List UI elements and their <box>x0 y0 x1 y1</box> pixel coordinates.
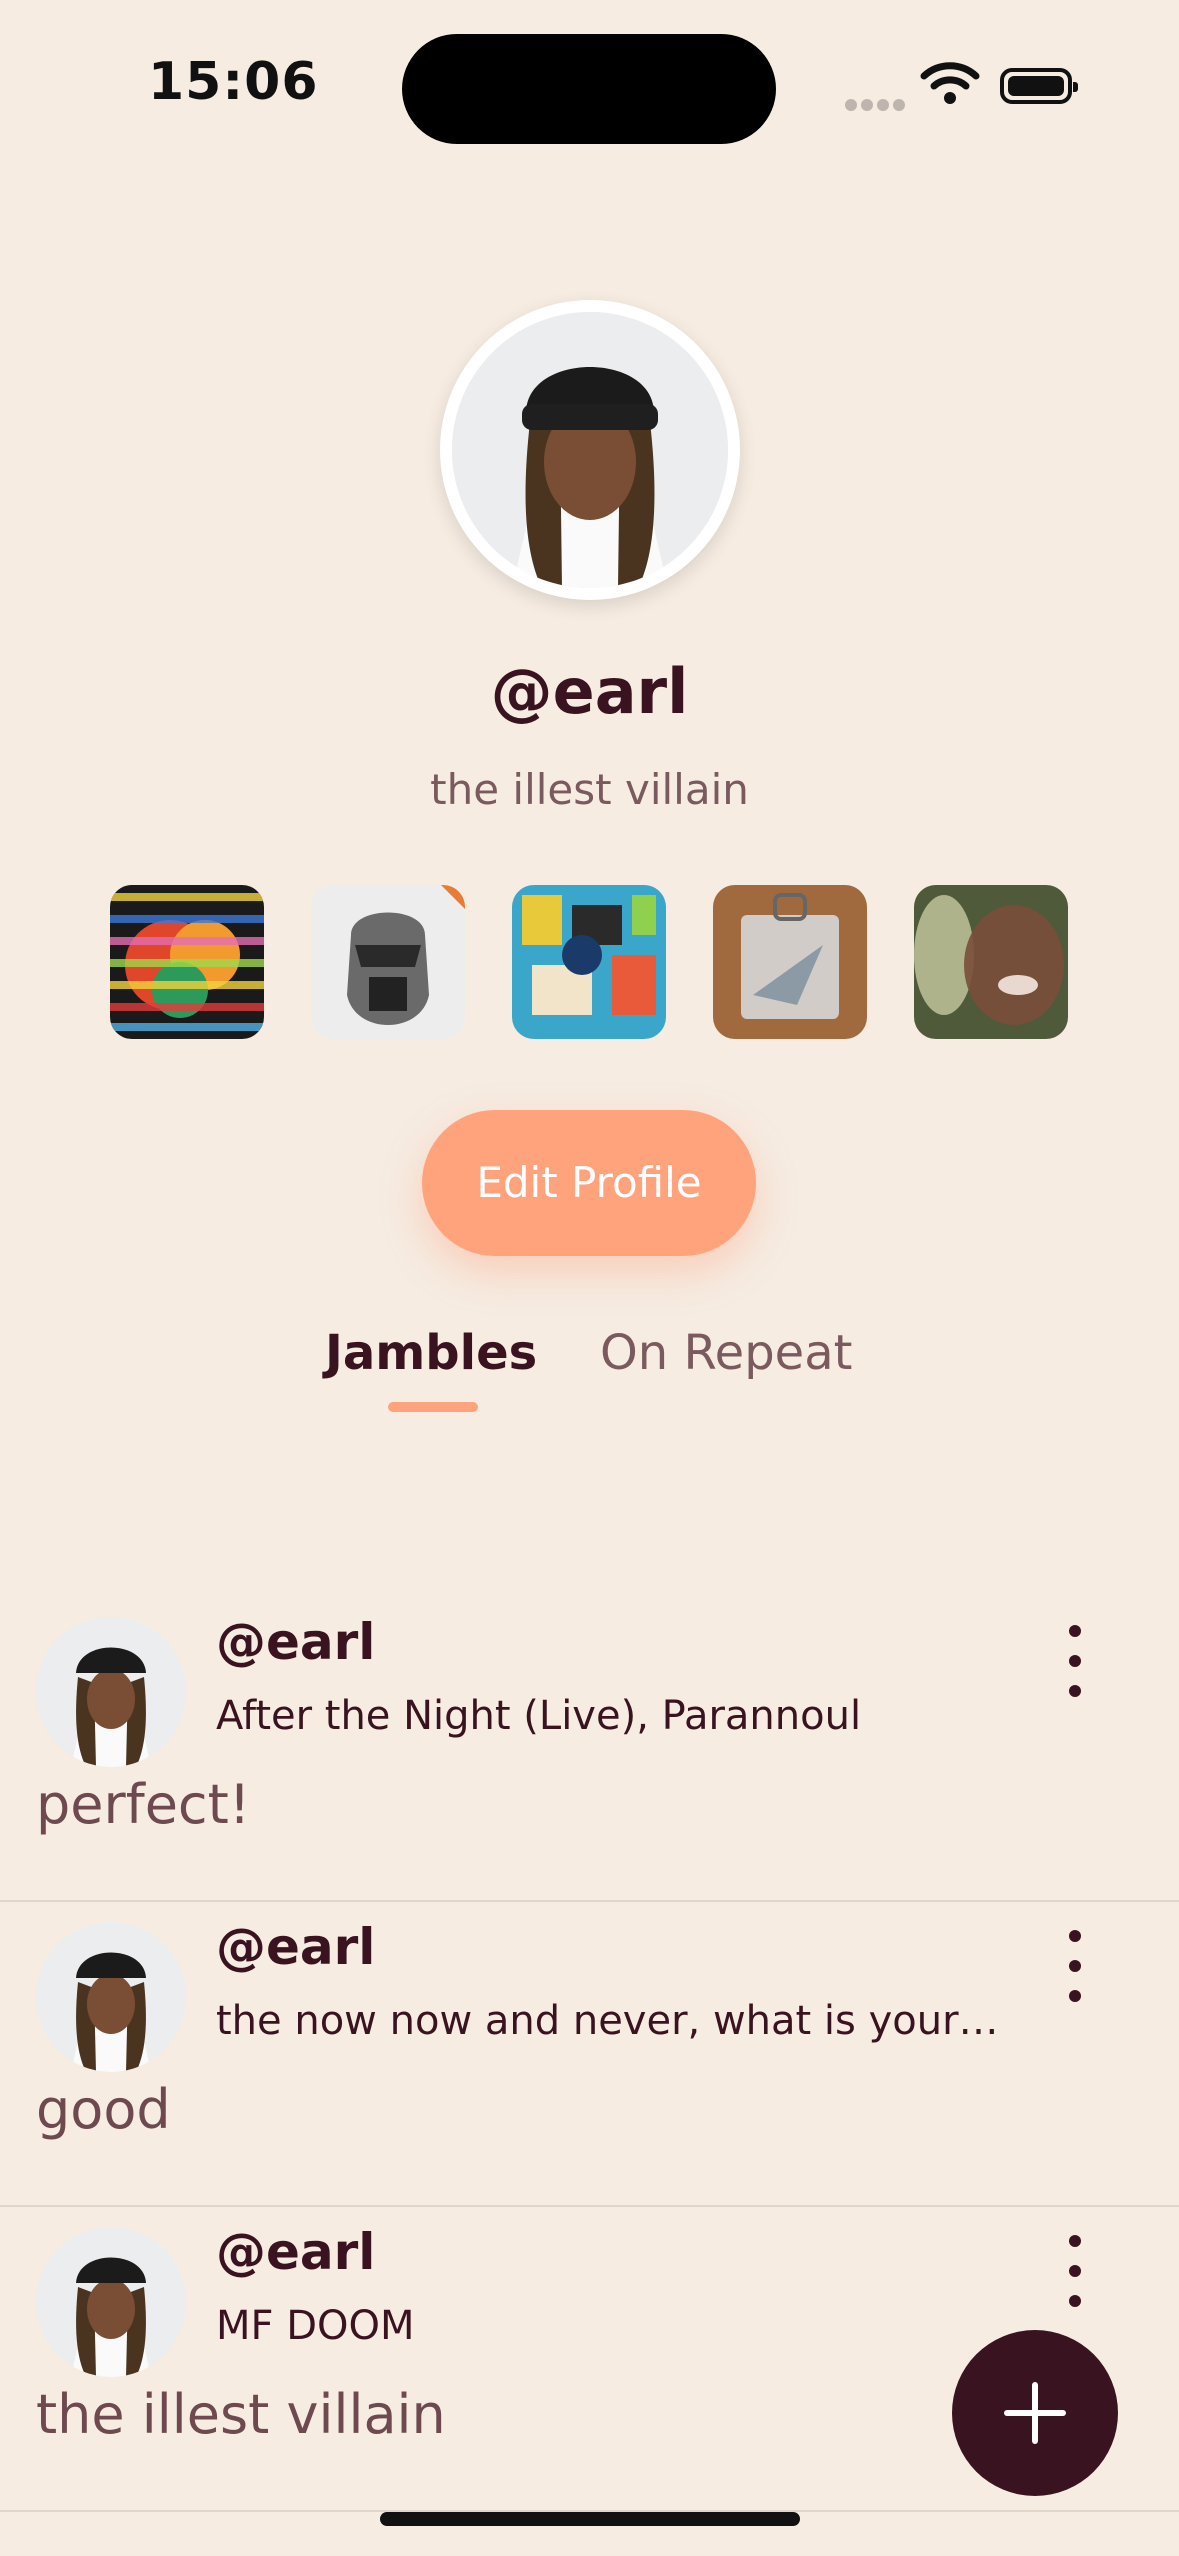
post-track[interactable]: MF DOOM <box>216 2303 1006 2349</box>
album-cover-madvillainy[interactable] <box>311 885 465 1039</box>
home-indicator[interactable] <box>380 2512 800 2526</box>
profile-username: @earl <box>490 655 689 728</box>
cellular-signal-icon <box>845 96 909 115</box>
post-track[interactable]: the now now and never, what is your… <box>216 1998 1006 2044</box>
post-avatar[interactable] <box>36 1617 186 1767</box>
tab-jambles[interactable]: Jambles <box>325 1325 537 1381</box>
post-track[interactable]: After the Night (Live), Parannoul <box>216 1693 1006 1739</box>
favorite-albums-row <box>110 885 1070 1039</box>
status-time: 15:06 <box>148 52 319 112</box>
edit-profile-button[interactable]: Edit Profile <box>422 1110 756 1256</box>
more-vertical-icon[interactable] <box>1060 2235 1090 2325</box>
post-handle[interactable]: @earl <box>216 1918 375 1976</box>
dynamic-island <box>402 34 776 144</box>
post-comment: good <box>36 2078 171 2141</box>
profile-avatar[interactable] <box>440 300 740 600</box>
post-comment: the illest villain <box>36 2383 446 2446</box>
post-handle[interactable]: @earl <box>216 1613 375 1671</box>
post-handle[interactable]: @earl <box>216 2223 375 2281</box>
tab-on-repeat[interactable]: On Repeat <box>600 1325 852 1381</box>
album-cover-blurred-face[interactable] <box>914 885 1068 1039</box>
more-vertical-icon[interactable] <box>1060 1625 1090 1715</box>
tab-active-indicator <box>388 1402 478 1412</box>
profile-bio: the illest villain <box>430 765 749 814</box>
post-item[interactable]: @earl the now now and never, what is you… <box>0 1900 1179 2207</box>
post-avatar[interactable] <box>36 2227 186 2377</box>
battery-icon <box>1000 68 1078 104</box>
post-comment: perfect! <box>36 1773 251 1836</box>
more-vertical-icon[interactable] <box>1060 1930 1090 2020</box>
post-item[interactable]: @earl After the Night (Live), Parannoul … <box>0 1595 1179 1902</box>
album-cover-plastic-bag[interactable] <box>713 885 867 1039</box>
add-post-button[interactable] <box>952 2330 1118 2496</box>
album-cover-in-rainbows[interactable] <box>110 885 264 1039</box>
post-avatar[interactable] <box>36 1922 186 2072</box>
wifi-icon <box>920 62 980 110</box>
album-cover-collage[interactable] <box>512 885 666 1039</box>
